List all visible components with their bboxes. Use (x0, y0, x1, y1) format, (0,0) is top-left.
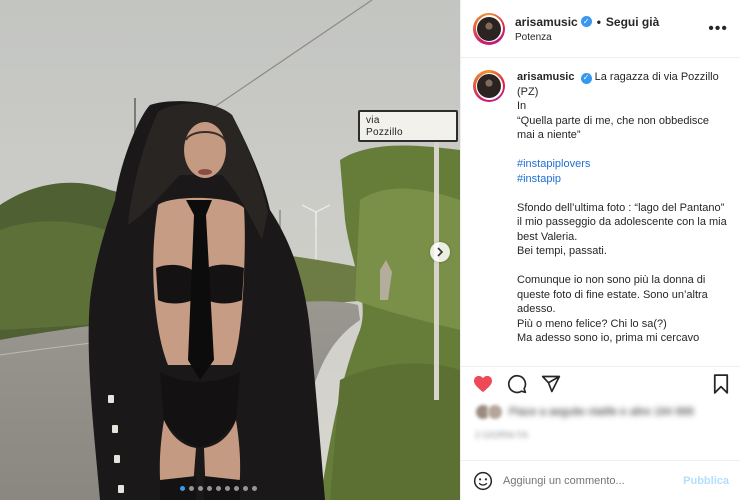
follow-status-button[interactable]: Segui già (606, 15, 659, 29)
sign-line-1: via (366, 115, 380, 126)
carousel-dot (243, 486, 248, 491)
carousel-dot (189, 486, 194, 491)
caption-line: Più o meno felice? Chi lo sa(?) (517, 317, 667, 330)
send-icon (541, 375, 561, 392)
bookmark-icon (713, 373, 729, 394)
emoji-icon (473, 471, 493, 490)
location-link[interactable]: Potenza (515, 32, 708, 43)
caption-username[interactable]: arisamusic (517, 71, 574, 83)
liker-avatar (487, 404, 503, 420)
caption-line: “Quella parte di me, che non obbedisce m… (517, 114, 710, 142)
chevron-right-icon (437, 247, 444, 257)
carousel-dot (252, 486, 257, 491)
caption-line: In (517, 100, 527, 112)
carousel-dots (180, 486, 257, 491)
post-header: arisamusic ✓ • Segui già Potenza ••• (461, 0, 740, 58)
share-button[interactable] (541, 374, 561, 394)
carousel-dot (216, 486, 221, 491)
save-button[interactable] (713, 373, 729, 394)
comment-input[interactable] (503, 474, 684, 487)
hashtag-link[interactable]: #instapip (517, 172, 727, 187)
heart-filled-icon (474, 375, 492, 392)
instagram-post: via Pozzillo arisamusic ✓ • Segui già Po… (0, 0, 740, 500)
hashtag-link[interactable]: #instapiplovers (517, 157, 727, 172)
carousel-dot (225, 486, 230, 491)
publish-button[interactable]: Pubblica (683, 475, 729, 487)
emoji-button[interactable] (473, 471, 493, 491)
street-sign: via Pozzillo (358, 110, 458, 142)
caption-line: Comunque io non sono più la donna di que… (517, 274, 708, 315)
verified-icon: ✓ (580, 16, 592, 27)
caption-avatar[interactable] (473, 70, 505, 102)
caption-text: arisamusic ✓ La ragazza di via Pozzillo … (517, 70, 727, 360)
caption: arisamusic ✓ La ragazza di via Pozzillo … (461, 58, 740, 360)
avatar[interactable] (473, 12, 505, 45)
post-photo[interactable]: via Pozzillo (0, 0, 460, 500)
comment-button[interactable] (507, 374, 527, 394)
caption-verified-icon: ✓ (580, 72, 592, 84)
like-button[interactable] (473, 375, 493, 393)
caption-line: Bei tempi, passati. (517, 245, 607, 257)
carousel-dot (180, 486, 185, 491)
action-bar (461, 366, 740, 400)
post-sidebar: arisamusic ✓ • Segui già Potenza ••• ari… (460, 0, 740, 500)
caption-line: Sfondo dell’ultima foto : “lago del Pant… (517, 201, 727, 243)
comment-icon (507, 374, 527, 393)
likes-summary[interactable]: Piace a aeguite nlatife e altre 184 888 (475, 404, 694, 420)
next-photo-button[interactable] (430, 242, 450, 262)
more-options-icon[interactable]: ••• (708, 20, 728, 38)
sign-line-2: Pozzillo (366, 127, 403, 138)
header-username[interactable]: arisamusic (515, 15, 578, 29)
comment-bar: Pubblica (461, 460, 740, 500)
likes-text: Piace a aeguite nlatife e altre 184 888 (509, 406, 694, 418)
carousel-dot (198, 486, 203, 491)
carousel-dot (207, 486, 212, 491)
carousel-dot (234, 486, 239, 491)
photo-scene (0, 0, 460, 500)
separator-dot: • (596, 14, 601, 29)
caption-line: Ma adesso sono io, prima mi cercavo (517, 332, 700, 344)
post-date: 2 GIORNI FA (475, 430, 529, 440)
